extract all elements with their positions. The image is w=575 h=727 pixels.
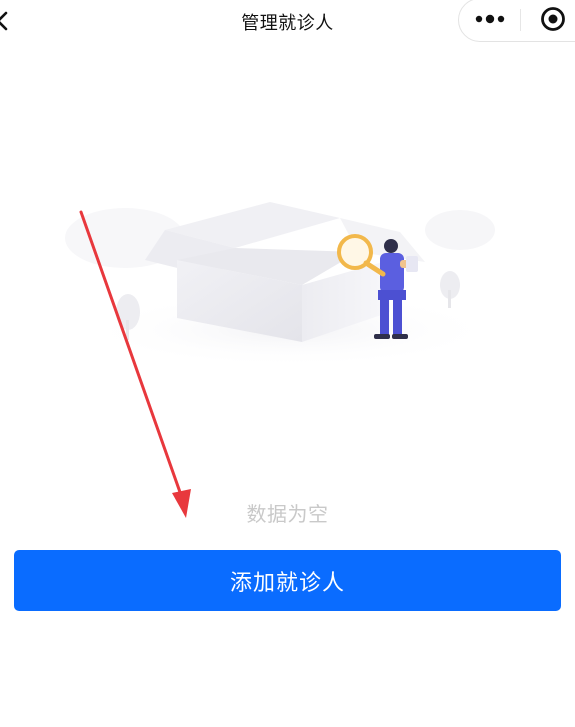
capsule-divider bbox=[520, 9, 521, 31]
empty-state-text: 数据为空 bbox=[246, 502, 329, 526]
target-circle-icon[interactable] bbox=[539, 5, 567, 33]
more-dots-icon[interactable] bbox=[471, 7, 511, 31]
navigation-bar: 管理就诊人 bbox=[0, 0, 575, 42]
mini-program-capsule bbox=[458, 0, 575, 42]
empty-box-illustration bbox=[65, 202, 500, 368]
add-patient-button[interactable]: 添加就诊人 bbox=[14, 550, 561, 611]
page: 管理就诊人 数据为空 添加就诊人 bbox=[0, 0, 575, 727]
